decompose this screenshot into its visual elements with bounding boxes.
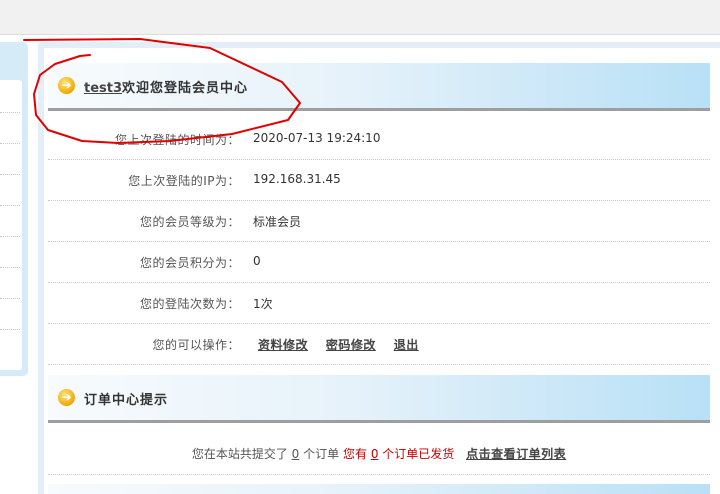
login-count-row: 您的登陆次数为： 1次 [48, 282, 710, 324]
shipped-suffix: 个订单已发货 [382, 447, 455, 461]
sidebar-item[interactable] [0, 143, 20, 144]
sidebar-item[interactable] [0, 329, 20, 330]
sidebar-item[interactable] [0, 298, 20, 299]
last-login-time-label: 您上次登陆的时间为： [114, 133, 240, 147]
welcome-title: test3欢迎您登陆会员中心 [84, 77, 248, 96]
shipped-count[interactable]: 0 [371, 447, 379, 461]
view-order-list-link[interactable]: 点击查看订单列表 [466, 447, 566, 461]
change-password-link[interactable]: 密码修改 [326, 338, 376, 352]
welcome-text: 欢迎您登陆会员中心 [122, 81, 249, 96]
last-login-ip-row: 您上次登陆的IP为： 192.168.31.45 [48, 159, 710, 201]
order-total-suffix: 个订单 [303, 447, 340, 461]
order-total-count[interactable]: 0 [292, 447, 300, 461]
sidebar-item[interactable] [0, 205, 20, 206]
member-points-value: 0 [253, 254, 261, 268]
last-login-time-row: 您上次登陆的时间为： 2020-07-13 19:24:10 [48, 118, 710, 160]
arrow-right-circle-icon: ➔ [58, 389, 75, 406]
shipped-prefix: 您有 [342, 447, 367, 461]
member-center-main: ➔ test3欢迎您登陆会员中心 您上次登陆的时间为： 2020-07-13 1… [38, 42, 720, 494]
arrow-right-circle-icon: ➔ [58, 77, 75, 94]
order-total-prefix: 您在本站共提交了 [191, 447, 288, 461]
welcome-header: ➔ test3欢迎您登陆会员中心 [48, 63, 710, 111]
browser-top-bar [0, 0, 720, 35]
order-center-header: ➔ 订单中心提示 [48, 375, 710, 423]
next-section-header [48, 484, 710, 494]
sidebar-menu-list [0, 80, 22, 370]
edit-profile-link[interactable]: 资料修改 [258, 338, 308, 352]
operations-label: 您的可以操作： [152, 338, 240, 352]
sidebar-item[interactable] [0, 267, 20, 268]
sidebar-header [0, 42, 28, 78]
member-level-value: 标准会员 [253, 215, 302, 229]
order-center-title: 订单中心提示 [84, 393, 169, 408]
order-summary-text: 您在本站共提交了 0 个订单 您有 0 个订单已发货 点击查看订单列表 [48, 445, 710, 462]
sidebar-item[interactable] [0, 112, 20, 113]
last-login-time-value: 2020-07-13 19:24:10 [253, 131, 381, 145]
member-center-content: ➔ test3欢迎您登陆会员中心 您上次登陆的时间为： 2020-07-13 1… [44, 48, 720, 494]
operations-actions: 资料修改 密码修改 退出 [258, 336, 433, 353]
member-points-label: 您的会员积分为： [139, 256, 240, 270]
login-count-value: 1次 [253, 297, 273, 311]
order-summary-row: 您在本站共提交了 0 个订单 您有 0 个订单已发货 点击查看订单列表 [48, 428, 710, 475]
last-login-ip-value: 192.168.31.45 [253, 172, 341, 186]
sidebar-item[interactable] [0, 236, 20, 237]
sidebar-item[interactable] [0, 174, 20, 175]
member-level-row: 您的会员等级为： 标准会员 [48, 200, 710, 242]
username-link[interactable]: test3 [84, 81, 122, 96]
logout-link[interactable]: 退出 [394, 338, 419, 352]
member-points-row: 您的会员积分为： 0 [48, 241, 710, 283]
last-login-ip-label: 您上次登陆的IP为： [128, 174, 240, 188]
operations-row: 您的可以操作： 资料修改 密码修改 退出 [48, 323, 710, 365]
sidebar-panel [0, 42, 28, 376]
login-count-label: 您的登陆次数为： [139, 297, 240, 311]
member-level-label: 您的会员等级为： [139, 215, 240, 229]
